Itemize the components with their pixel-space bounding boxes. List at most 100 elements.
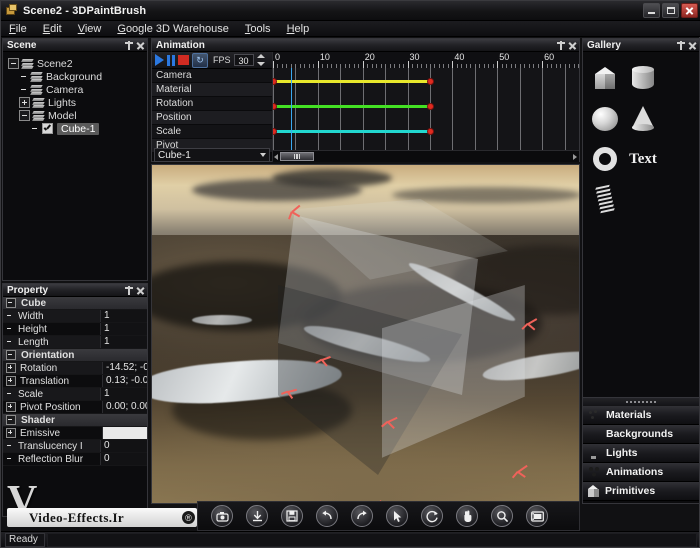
- object-selector[interactable]: Cube-1: [154, 148, 270, 162]
- timeline-scrollbar[interactable]: [273, 150, 579, 162]
- scene-tree-item-model[interactable]: Model: [8, 109, 147, 122]
- property-row-height[interactable]: Height 1: [3, 323, 147, 336]
- animation-track-material[interactable]: Material: [152, 83, 272, 97]
- expander-plus-icon[interactable]: [6, 363, 16, 373]
- property-value[interactable]: -14.52; -0.03; 0.: [102, 362, 147, 374]
- property-color-swatch[interactable]: [102, 427, 147, 439]
- scene-tree-item-camera[interactable]: Camera: [8, 83, 147, 96]
- menu-tools[interactable]: Tools: [237, 21, 279, 37]
- scene-tree-item-background[interactable]: Background: [8, 70, 147, 83]
- animation-track-position[interactable]: Position: [152, 111, 272, 125]
- menu-google-3d-warehouse[interactable]: Google 3D Warehouse: [109, 21, 237, 37]
- timeline-scroll-thumb[interactable]: [280, 152, 314, 161]
- zoom-tool-button[interactable]: [491, 505, 513, 527]
- accordion-item-primitives[interactable]: Primitives: [583, 482, 699, 501]
- gallery-item-sphere[interactable]: [587, 100, 623, 138]
- animation-track-scale[interactable]: Scale: [152, 125, 272, 139]
- save-button[interactable]: [281, 505, 303, 527]
- close-icon[interactable]: [568, 41, 576, 50]
- property-value[interactable]: 0.13; -0.00; 0.02: [102, 375, 147, 387]
- expander-minus-icon[interactable]: [19, 110, 30, 121]
- menu-view[interactable]: View: [70, 21, 110, 37]
- selection-gizmo[interactable]: [520, 315, 538, 333]
- property-value[interactable]: 0: [100, 453, 147, 465]
- keyframe-marker[interactable]: [426, 102, 434, 110]
- animation-track-camera[interactable]: Camera: [152, 69, 272, 83]
- close-icon[interactable]: [688, 41, 696, 50]
- pin-icon[interactable]: [677, 40, 685, 50]
- scene-tree-item-scene2[interactable]: Scene2: [8, 57, 147, 70]
- property-grid[interactable]: Cube Width 1 Height 1 Length 1 Orientation Rotat…: [3, 297, 147, 466]
- accordion-item-lights[interactable]: Lights: [583, 444, 699, 463]
- property-value[interactable]: 0: [100, 440, 147, 452]
- close-button[interactable]: [681, 3, 698, 18]
- render-button[interactable]: [526, 505, 548, 527]
- viewport-3d[interactable]: [151, 164, 580, 504]
- property-value[interactable]: 1: [100, 310, 147, 322]
- timeline-tracks-area[interactable]: [273, 68, 579, 150]
- animation-track-rotation[interactable]: Rotation: [152, 97, 272, 111]
- property-row-pivot-position[interactable]: Pivot Position 0.00; 0.00; 0.50: [3, 401, 147, 414]
- stop-icon[interactable]: [178, 55, 189, 65]
- keyframe-line-yellow-track[interactable]: [273, 80, 430, 83]
- keyframe-marker[interactable]: [273, 102, 277, 110]
- scroll-right-icon[interactable]: [573, 153, 577, 160]
- expander-minus-icon[interactable]: [8, 58, 19, 69]
- timeline-playhead[interactable]: [290, 68, 292, 150]
- expander-minus-icon[interactable]: [6, 350, 16, 360]
- expander-plus-icon[interactable]: [6, 402, 16, 412]
- property-row-translation[interactable]: Translation 0.13; -0.00; 0.02: [3, 375, 147, 388]
- keyframe-line-green-track[interactable]: [273, 105, 430, 108]
- timeline-ruler[interactable]: 0 10 20 30 40 50 60: [273, 52, 579, 69]
- splitter-grip[interactable]: [583, 398, 699, 406]
- selection-gizmo[interactable]: [510, 463, 528, 481]
- property-value[interactable]: 1: [100, 336, 147, 348]
- accordion-item-materials[interactable]: Materials: [583, 406, 699, 425]
- loop-icon[interactable]: ↻: [192, 52, 208, 68]
- undo-button[interactable]: [316, 505, 338, 527]
- keyframe-marker[interactable]: [426, 127, 434, 135]
- fps-spinner[interactable]: [256, 54, 265, 66]
- gallery-item-cylinder[interactable]: [625, 60, 661, 98]
- gallery-item-text[interactable]: Text: [625, 140, 661, 178]
- accordion-item-animations[interactable]: Animations: [583, 463, 699, 482]
- open-button[interactable]: [246, 505, 268, 527]
- keyframe-marker[interactable]: [273, 77, 277, 85]
- pin-icon[interactable]: [557, 40, 565, 50]
- property-value[interactable]: 1: [100, 388, 147, 400]
- redo-button[interactable]: [351, 505, 373, 527]
- close-icon[interactable]: [136, 286, 144, 295]
- close-icon[interactable]: [136, 41, 144, 50]
- menu-edit[interactable]: Edit: [35, 21, 70, 37]
- rotate-tool-button[interactable]: [421, 505, 443, 527]
- select-tool-button[interactable]: [386, 505, 408, 527]
- pin-icon[interactable]: [125, 40, 133, 50]
- selection-gizmo[interactable]: [380, 413, 398, 431]
- expander-minus-icon[interactable]: [6, 415, 16, 425]
- scene-tree-item-lights[interactable]: Lights: [8, 96, 147, 109]
- scroll-left-icon[interactable]: [274, 153, 278, 160]
- visibility-checkbox[interactable]: [42, 123, 53, 134]
- property-row-emissive[interactable]: Emissive: [3, 427, 147, 440]
- new-scene-button[interactable]: [211, 505, 233, 527]
- property-row-width[interactable]: Width 1: [3, 310, 147, 323]
- minimize-button[interactable]: [643, 3, 660, 18]
- property-row-scale[interactable]: Scale 1: [3, 388, 147, 401]
- animation-track-list[interactable]: Camera Material Rotation Position Scale Pivot: [152, 69, 272, 153]
- scene-tree-item-cube-1[interactable]: Cube-1: [8, 122, 147, 135]
- menu-help[interactable]: Help: [279, 21, 318, 37]
- accordion-item-backgrounds[interactable]: Backgrounds: [583, 425, 699, 444]
- keyframe-marker[interactable]: [426, 77, 434, 85]
- expander-minus-icon[interactable]: [6, 298, 16, 308]
- property-value[interactable]: 1: [100, 323, 147, 335]
- expander-plus-icon[interactable]: [6, 376, 16, 386]
- move-tool-button[interactable]: [456, 505, 478, 527]
- pause-icon[interactable]: [167, 54, 175, 66]
- gallery-item-spring[interactable]: [587, 180, 623, 218]
- scene-tree[interactable]: Scene2 Background Camera Lights Model Cube-1: [3, 52, 147, 135]
- gallery-item-cone[interactable]: [625, 100, 661, 138]
- expander-plus-icon[interactable]: [19, 97, 30, 108]
- property-row-translucency-i[interactable]: Translucency I 0: [3, 440, 147, 453]
- keyframe-line-cyan-track[interactable]: [273, 130, 430, 133]
- property-row-rotation[interactable]: Rotation -14.52; -0.03; 0.: [3, 362, 147, 375]
